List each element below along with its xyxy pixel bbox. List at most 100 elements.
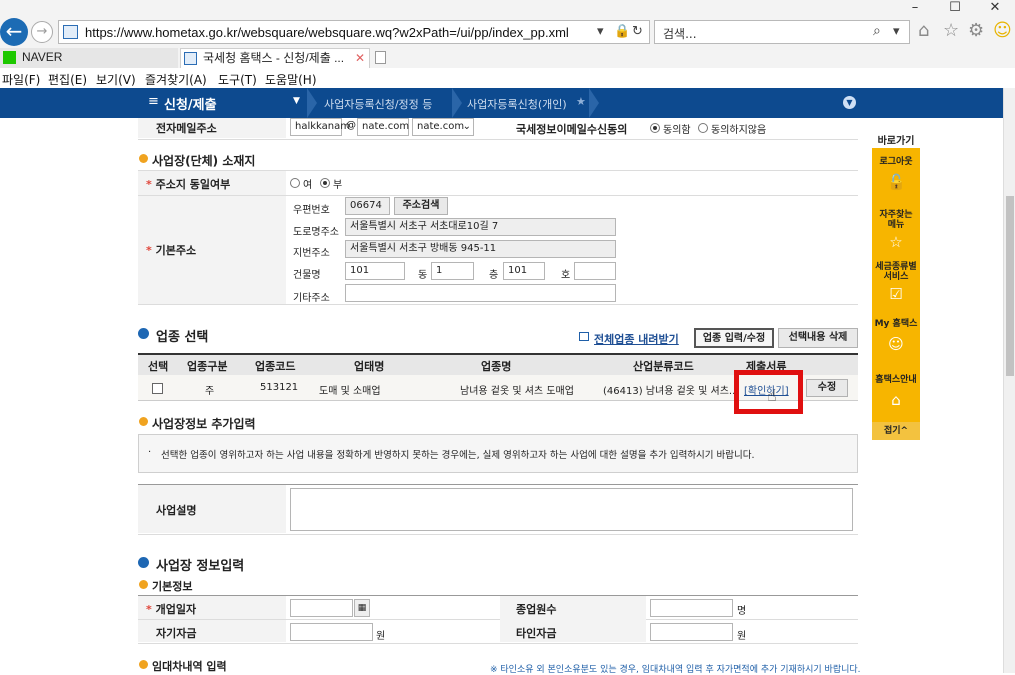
own-capital-unit: 원 bbox=[376, 631, 386, 642]
desc-label-cell: 사업설명 bbox=[138, 485, 286, 533]
close-icon[interactable]: ✕ bbox=[975, 0, 1015, 17]
guide-house-icon[interactable]: ⌂ bbox=[887, 392, 905, 408]
basic-info-title: 기본정보 bbox=[152, 580, 193, 593]
hometax-guide-button[interactable]: 홈택스안내 bbox=[872, 372, 920, 385]
nav-title[interactable]: 신청/제출 bbox=[164, 94, 217, 113]
forward-icon[interactable]: → bbox=[31, 21, 53, 43]
same-address-yes-radio[interactable] bbox=[290, 178, 300, 188]
zip-field[interactable]: 06674 bbox=[345, 197, 390, 215]
section-bullet-icon bbox=[139, 660, 148, 669]
notice-bullet: · bbox=[148, 447, 152, 458]
collapse-button[interactable]: 접기^ bbox=[872, 422, 920, 440]
refresh-icon[interactable]: ↻ bbox=[632, 24, 643, 39]
calendar-icon[interactable]: ▦ bbox=[354, 599, 370, 617]
scrollbar-thumb[interactable] bbox=[1006, 196, 1014, 376]
lock-icon[interactable]: 🔒 bbox=[614, 24, 630, 39]
logout-lock-icon[interactable]: 🔓 bbox=[887, 174, 906, 190]
floor-field[interactable]: 101 bbox=[503, 262, 545, 280]
tab-close-icon[interactable]: ✕ bbox=[355, 49, 365, 67]
menu-file[interactable]: 파일(F) bbox=[2, 71, 40, 88]
ho-field[interactable] bbox=[574, 262, 616, 280]
search-icon[interactable]: ⌕ bbox=[873, 23, 881, 39]
tab-naver[interactable]: NAVER bbox=[0, 48, 178, 68]
page-scrollbar[interactable] bbox=[1003, 88, 1015, 673]
open-date-label: * 개업일자 bbox=[146, 603, 197, 616]
menu-view[interactable]: 보기(V) bbox=[96, 71, 136, 88]
section-bullet-icon bbox=[138, 557, 149, 568]
maximize-icon[interactable]: ☐ bbox=[935, 0, 975, 17]
same-address-label-cell: * 주소지 동일여부 bbox=[138, 171, 286, 195]
consent-disagree-radio[interactable] bbox=[698, 123, 708, 133]
same-address-no-radio[interactable] bbox=[320, 178, 330, 188]
building-field[interactable]: 101 bbox=[345, 262, 405, 280]
my-hometax-button[interactable]: My 홈택스 bbox=[872, 316, 920, 329]
minimize-icon[interactable]: – bbox=[895, 0, 935, 17]
open-date-field[interactable] bbox=[290, 599, 353, 617]
jibun-address-field[interactable]: 서울특별시 서초구 방배동 945-11 bbox=[345, 240, 616, 258]
dong-label: 동 bbox=[418, 270, 428, 281]
etc-address-field[interactable] bbox=[345, 284, 616, 302]
zip-label: 우편번호 bbox=[293, 205, 330, 216]
divider bbox=[138, 304, 858, 305]
own-capital-label: 자기자금 bbox=[156, 627, 197, 640]
road-address-label: 도로명주소 bbox=[293, 227, 339, 238]
settings-gear-icon[interactable]: ⚙ bbox=[968, 20, 984, 41]
divider bbox=[138, 139, 858, 140]
industry-input-button[interactable]: 업종 입력/수정 bbox=[694, 328, 774, 348]
bookmark-star-icon[interactable]: ★ bbox=[576, 95, 586, 108]
favorites-star-icon[interactable]: ☆ bbox=[943, 20, 959, 41]
address-bar[interactable]: https://www.hometax.go.kr/websquare/webs… bbox=[58, 20, 650, 44]
back-icon[interactable]: ← bbox=[0, 18, 28, 46]
download-all-link[interactable]: 전체업종 내려받기 bbox=[594, 331, 679, 347]
at-sign: @ bbox=[346, 120, 356, 131]
other-capital-field[interactable] bbox=[650, 623, 733, 641]
url-text[interactable]: https://www.hometax.go.kr/websquare/webs… bbox=[85, 25, 569, 40]
consent-agree-radio[interactable] bbox=[650, 123, 660, 133]
employees-field[interactable] bbox=[650, 599, 733, 617]
tax-service-button[interactable]: 세금종류별 서비스 bbox=[872, 262, 920, 282]
col-code: 업종코드 bbox=[255, 360, 296, 373]
own-capital-field[interactable] bbox=[290, 623, 373, 641]
row-edit-button[interactable]: 수정 bbox=[806, 379, 848, 397]
nav-expand-icon[interactable]: ▼ bbox=[843, 96, 856, 109]
section-bullet-icon bbox=[138, 328, 149, 339]
business-description-textarea[interactable] bbox=[290, 488, 853, 531]
new-tab-icon[interactable] bbox=[372, 48, 390, 68]
tab-label: 국세청 홈택스 - 신청/제출 ... bbox=[203, 51, 345, 65]
smiley-icon[interactable]: ☺ bbox=[993, 20, 1012, 41]
same-address-label: * 주소지 동일여부 bbox=[146, 178, 231, 191]
tax-checkbox-icon[interactable]: ☑ bbox=[887, 286, 905, 302]
menu-edit[interactable]: 편집(E) bbox=[48, 71, 87, 88]
frequent-star-icon[interactable]: ☆ bbox=[887, 234, 905, 250]
section-bullet-icon bbox=[139, 417, 148, 426]
nav-dropdown-icon[interactable]: ▼ bbox=[293, 96, 300, 106]
menu-help[interactable]: 도움말(H) bbox=[265, 71, 317, 88]
section-bullet-icon bbox=[139, 154, 148, 163]
menu-hamburger-icon[interactable]: ≡ bbox=[148, 94, 159, 109]
dropdown-icon[interactable]: ▾ bbox=[597, 24, 604, 39]
email-id-field[interactable]: halkkanam bbox=[290, 118, 350, 136]
search-input[interactable]: 검색... bbox=[663, 25, 697, 42]
user-icon[interactable]: ☺ bbox=[887, 336, 905, 352]
search-dropdown-icon[interactable]: ▾ bbox=[893, 24, 900, 39]
delete-selected-button[interactable]: 선택내용 삭제 bbox=[778, 328, 858, 348]
download-icon[interactable] bbox=[579, 332, 589, 341]
road-address-field[interactable]: 서울특별시 서초구 서초대로10길 7 bbox=[345, 218, 616, 236]
menu-favorites[interactable]: 즐겨찾기(A) bbox=[145, 71, 207, 88]
breadcrumb-1[interactable]: 사업자등록신청/정정 등 bbox=[324, 96, 432, 112]
home-icon[interactable]: ⌂ bbox=[918, 20, 929, 41]
etc-address-label: 기타주소 bbox=[293, 293, 330, 304]
dong-field[interactable]: 1 bbox=[431, 262, 474, 280]
tab-hometax[interactable]: 국세청 홈택스 - 신청/제출 ... ✕ bbox=[180, 48, 370, 68]
email-domain-select[interactable]: nate.com ⌄ bbox=[412, 118, 474, 136]
col-ksic: 산업분류코드 bbox=[633, 360, 694, 373]
search-box[interactable]: 검색... ⌕ ▾ bbox=[654, 20, 910, 44]
breadcrumb-2[interactable]: 사업자등록신청(개인) bbox=[467, 96, 567, 112]
logout-button[interactable]: 로그아웃 bbox=[872, 154, 920, 167]
row-checkbox[interactable] bbox=[152, 383, 163, 394]
bizinfo-right-label-cell: 종업원수 타인자금 bbox=[500, 596, 646, 642]
address-search-button[interactable]: 주소검색 bbox=[394, 197, 448, 215]
frequent-menu-button[interactable]: 자주찾는 메뉴 bbox=[872, 210, 920, 230]
menu-tools[interactable]: 도구(T) bbox=[218, 71, 257, 88]
email-domain-field[interactable]: nate.com bbox=[357, 118, 409, 136]
